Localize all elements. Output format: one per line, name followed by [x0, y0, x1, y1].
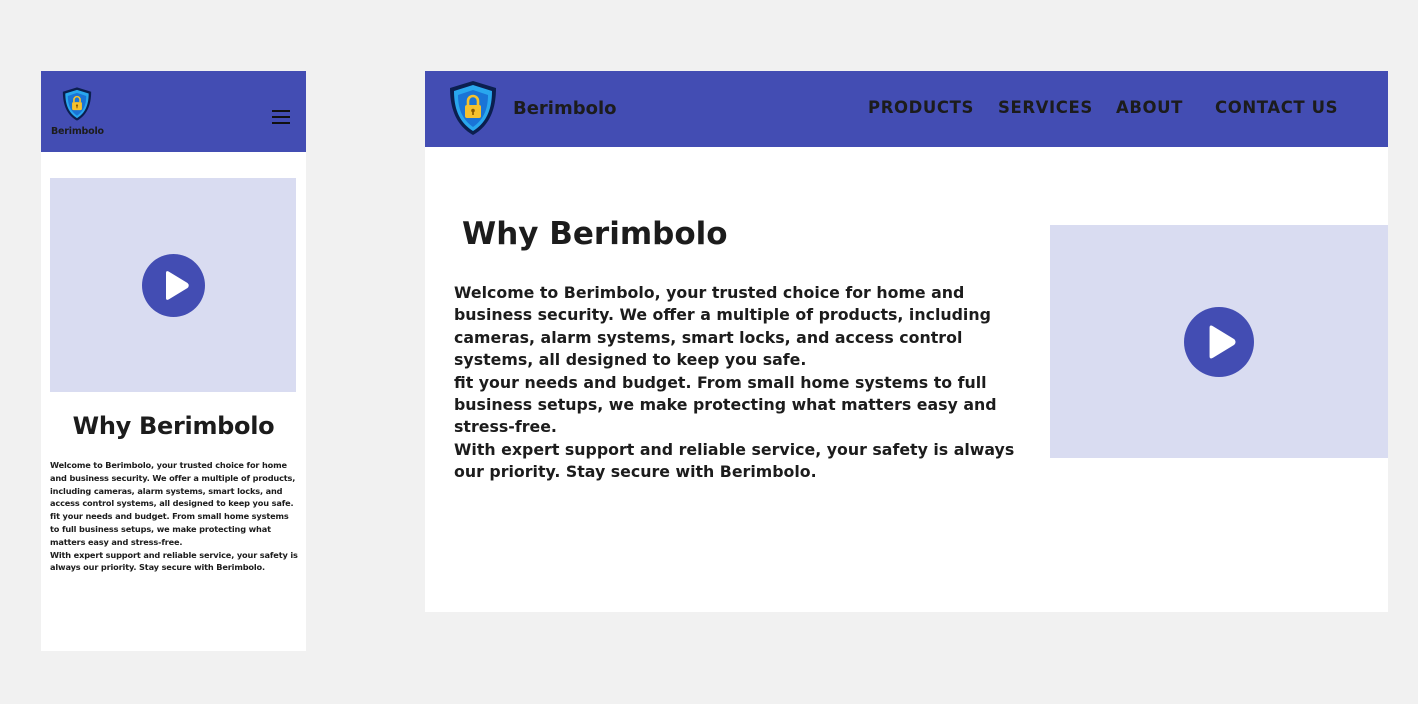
desktop-header: Berimbolo PRODUCTS SERVICES ABOUT CONTAC… — [425, 71, 1388, 147]
nav-item-products[interactable]: PRODUCTS — [868, 98, 974, 117]
paragraph: fit your needs and budget. From small ho… — [50, 511, 289, 547]
shield-lock-icon[interactable] — [447, 80, 499, 136]
video-placeholder[interactable] — [50, 178, 296, 392]
nav-item-about[interactable]: ABOUT — [1116, 98, 1183, 117]
paragraph: With expert support and reliable service… — [454, 439, 1015, 482]
paragraph: Welcome to Berimbolo, your trusted choic… — [50, 460, 296, 509]
brand-name[interactable]: Berimbolo — [513, 98, 617, 119]
hamburger-menu-icon[interactable] — [272, 110, 290, 124]
section-body: Welcome to Berimbolo, your trusted choic… — [454, 282, 1024, 484]
brand-name[interactable]: Berimbolo — [51, 126, 104, 137]
shield-lock-icon[interactable] — [61, 86, 93, 122]
mobile-view: Berimbolo Why Berimbolo Welcome to Berim… — [41, 71, 306, 651]
paragraph: fit your needs and budget. From small ho… — [454, 372, 997, 437]
nav-item-contact-us[interactable]: CONTACT US — [1215, 98, 1338, 117]
section-body: Welcome to Berimbolo, your trusted choic… — [50, 459, 298, 574]
mobile-header: Berimbolo — [41, 71, 306, 152]
section-title: Why Berimbolo — [462, 216, 728, 252]
nav-item-services[interactable]: SERVICES — [998, 98, 1093, 117]
video-placeholder[interactable] — [1050, 225, 1388, 458]
desktop-view: Berimbolo PRODUCTS SERVICES ABOUT CONTAC… — [425, 71, 1388, 612]
play-icon[interactable] — [1184, 307, 1254, 377]
paragraph: With expert support and reliable service… — [50, 549, 298, 573]
section-title: Why Berimbolo — [72, 412, 275, 440]
paragraph: Welcome to Berimbolo, your trusted choic… — [454, 283, 991, 370]
play-icon[interactable] — [142, 254, 205, 317]
